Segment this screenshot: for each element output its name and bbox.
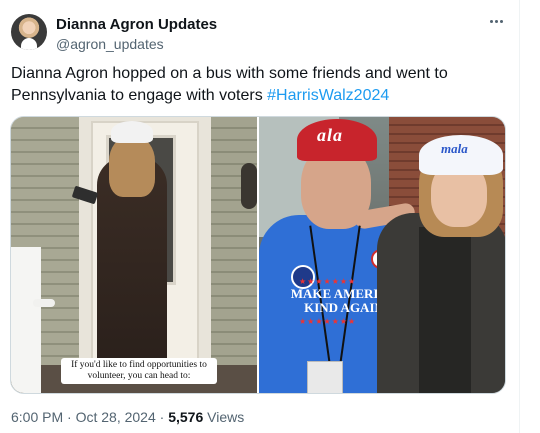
shirt-stars-top: ★★★★★★★ [299,277,357,286]
timeline-divider [519,0,520,433]
tweet-time[interactable]: 6:00 PM [11,409,63,425]
person-cap [111,121,153,143]
shirt-stars-bottom: ★★★★★★★ [299,317,357,326]
porch-rail-top [33,299,55,307]
author-handle[interactable]: @agron_updates [56,35,164,53]
meta-separator: · [63,409,76,425]
media-grid[interactable]: If you'd like to find opportunities to v… [10,116,506,394]
photo-selfie[interactable]: ala ★★★★★★★ MAKE AMERICA KIND AGAIN ★★★★… [259,117,505,393]
author-name[interactable]: Dianna Agron Updates [56,16,217,34]
meta-separator-2: · [155,409,169,425]
more-icon[interactable] [486,14,506,28]
woman-sweater [419,227,471,393]
house-siding-right [207,117,257,393]
tweet: Dianna Agron Updates @agron_updates Dian… [0,0,520,433]
photo-canvassing[interactable]: If you'd like to find opportunities to v… [11,117,257,393]
video-caption: If you'd like to find opportunities to v… [61,358,217,384]
person-hair [109,137,155,197]
woman-cap-text: mala [441,141,468,156]
porch-rail [11,247,41,393]
avatar[interactable] [11,14,47,50]
hashtag-link[interactable]: #HarrisWalz2024 [267,87,389,104]
man-cap-text: ala [317,125,344,145]
views-count: 5,576 [168,409,204,425]
id-badge [307,361,343,393]
tweet-text: Dianna Agron hopped on a bus with some f… [11,63,509,107]
wreath [241,163,257,209]
tweet-date[interactable]: Oct 28, 2024 [76,409,156,425]
views-label: Views [203,409,245,425]
tweet-meta: 6:00 PM · Oct 28, 2024 · 5,576 Views [11,408,244,426]
